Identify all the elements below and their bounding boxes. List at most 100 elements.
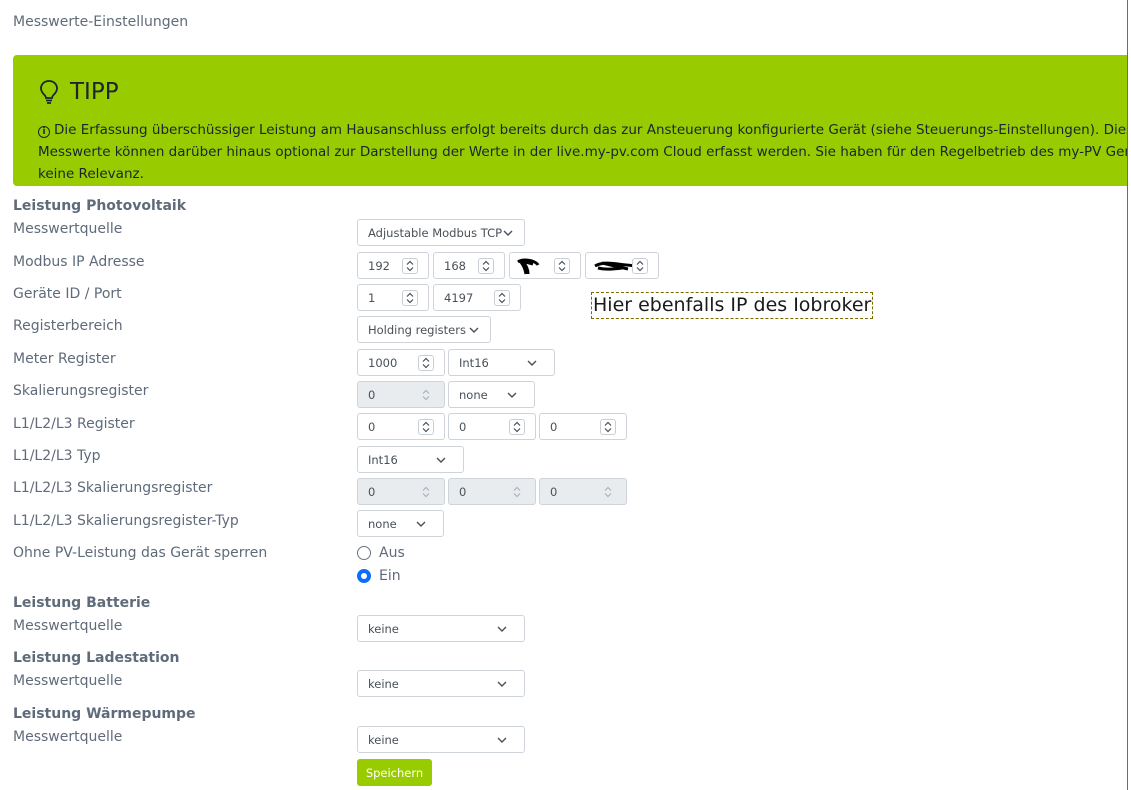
tipp-text: Die Erfassung überschüssiger Leistung am… — [38, 122, 1127, 182]
meter-register-type-value: Int16 — [459, 355, 489, 370]
phase-register-l2-input[interactable]: 0 — [448, 413, 536, 440]
chevron-down-icon — [469, 327, 479, 333]
spinner-arrows-icon[interactable] — [402, 258, 418, 274]
chevron-down-icon — [497, 737, 507, 743]
spinner-arrows-icon[interactable] — [494, 290, 510, 306]
ip-octet-2-input[interactable]: 168 — [433, 252, 505, 279]
spinner-arrows-icon[interactable] — [402, 290, 418, 306]
charger-source-select[interactable]: keine — [357, 670, 525, 697]
scrollbar-edge — [1127, 0, 1131, 790]
meter-register-type-select[interactable]: Int16 — [448, 349, 555, 376]
spinner-arrows-icon[interactable] — [554, 258, 570, 274]
section-title-charger: Leistung Ladestation — [13, 650, 180, 666]
phase-register-l3-input[interactable]: 0 — [539, 413, 627, 440]
battery-source-select[interactable]: keine — [357, 615, 525, 642]
charger-source-value: keine — [368, 676, 399, 691]
label-battery-source: Messwertquelle — [13, 618, 123, 634]
annotation-note: Hier ebenfalls IP des Iobroker — [591, 292, 874, 319]
lightbulb-icon — [40, 80, 58, 104]
radio-lock-off-circle[interactable] — [357, 546, 371, 560]
ip-octet-3-input[interactable] — [509, 252, 581, 279]
spinner-arrows-icon — [509, 484, 525, 500]
chevron-down-icon — [436, 457, 446, 463]
spinner-arrows-icon[interactable] — [418, 355, 434, 371]
radio-lock-on-circle[interactable] — [357, 569, 371, 583]
label-scaling-register: Skalierungsregister — [13, 383, 149, 399]
phase-register-l2-value: 0 — [459, 419, 467, 434]
phase-register-l1-input[interactable]: 0 — [357, 413, 445, 440]
phase-scaling-l1-input[interactable]: 0 — [357, 478, 445, 505]
meter-register-value: 1000 — [368, 355, 398, 370]
heatpump-source-value: keine — [368, 732, 399, 747]
phase-register-l1-value: 0 — [368, 419, 376, 434]
scaling-register-value: 0 — [368, 387, 376, 402]
spinner-arrows-icon[interactable] — [600, 419, 616, 435]
spinner-arrows-icon[interactable] — [632, 258, 648, 274]
chevron-down-icon — [497, 626, 507, 632]
label-heatpump-source: Messwertquelle — [13, 729, 123, 745]
scaling-register-type-select[interactable]: none — [448, 381, 535, 408]
label-lock-without-pv: Ohne PV-Leistung das Gerät sperren — [13, 545, 268, 561]
phase-type-value: Int16 — [368, 452, 398, 467]
port-value: 4197 — [444, 290, 474, 305]
ip-octet-2-value: 168 — [444, 258, 466, 273]
chevron-down-icon — [503, 230, 513, 236]
pv-source-value: Adjustable Modbus TCP — [368, 225, 503, 240]
phase-type-select[interactable]: Int16 — [357, 446, 464, 473]
spinner-arrows-icon[interactable] — [509, 419, 525, 435]
chevron-down-icon — [416, 521, 426, 527]
phase-scaling-l2-value: 0 — [459, 484, 467, 499]
device-id-input[interactable]: 1 — [357, 284, 429, 311]
label-phase-scaling-type: L1/L2/L3 Skalierungsregister-Typ — [13, 513, 239, 529]
radio-lock-off[interactable]: Aus — [357, 545, 405, 561]
info-circle-icon: i — [38, 126, 50, 138]
scaling-register-input[interactable]: 0 — [357, 381, 445, 408]
redaction-scribble — [594, 261, 635, 271]
phase-scaling-l2-input[interactable]: 0 — [448, 478, 536, 505]
phase-scaling-l1-value: 0 — [368, 484, 376, 499]
label-meter-register: Meter Register — [13, 351, 116, 367]
tipp-header: TIPP — [38, 79, 119, 105]
scaling-register-type-value: none — [459, 387, 488, 402]
spinner-arrows-icon[interactable] — [418, 419, 434, 435]
redaction-scribble — [517, 258, 540, 275]
chevron-down-icon — [507, 392, 517, 398]
chevron-down-icon — [497, 681, 507, 687]
section-title-heatpump: Leistung Wärmepumpe — [13, 706, 196, 722]
device-id-value: 1 — [368, 290, 376, 305]
section-title-pv: Leistung Photovoltaik — [13, 198, 187, 214]
radio-lock-on-label: Ein — [379, 568, 401, 584]
phase-register-l3-value: 0 — [550, 419, 558, 434]
pv-source-select[interactable]: Adjustable Modbus TCP — [357, 219, 525, 246]
tipp-text-block: i Die Erfassung überschüssiger Leistung a… — [38, 119, 1127, 185]
tipp-box: TIPP i Die Erfassung überschüssiger Leist… — [13, 55, 1127, 186]
section-title-battery: Leistung Batterie — [13, 595, 151, 611]
spinner-arrows-icon[interactable] — [478, 258, 494, 274]
ip-octet-1-value: 192 — [368, 258, 390, 273]
port-input[interactable]: 4197 — [433, 284, 521, 311]
radio-lock-off-label: Aus — [379, 545, 405, 561]
meter-register-input[interactable]: 1000 — [357, 349, 445, 376]
register-area-select[interactable]: Holding registers — [357, 316, 491, 343]
label-modbus-ip: Modbus IP Adresse — [13, 254, 145, 270]
phase-scaling-type-select[interactable]: none — [357, 510, 444, 537]
label-phase-registers: L1/L2/L3 Register — [13, 416, 135, 432]
spinner-arrows-icon — [418, 387, 434, 403]
phase-scaling-l3-input[interactable]: 0 — [539, 478, 627, 505]
ip-octet-1-input[interactable]: 192 — [357, 252, 429, 279]
label-register-area: Registerbereich — [13, 318, 123, 334]
label-pv-source: Messwertquelle — [13, 221, 123, 237]
label-phase-type: L1/L2/L3 Typ — [13, 448, 101, 464]
register-area-value: Holding registers — [368, 322, 466, 337]
spinner-arrows-icon — [600, 484, 616, 500]
ip-octet-4-input[interactable] — [585, 252, 659, 279]
label-phase-scaling: L1/L2/L3 Skalierungsregister — [13, 480, 213, 496]
battery-source-value: keine — [368, 621, 399, 636]
phase-scaling-l3-value: 0 — [550, 484, 558, 499]
tipp-title: TIPP — [70, 79, 119, 105]
radio-lock-on[interactable]: Ein — [357, 568, 401, 584]
label-charger-source: Messwertquelle — [13, 673, 123, 689]
save-button[interactable]: Speichern — [357, 759, 432, 786]
heatpump-source-select[interactable]: keine — [357, 726, 525, 753]
phase-scaling-type-value: none — [368, 516, 397, 531]
